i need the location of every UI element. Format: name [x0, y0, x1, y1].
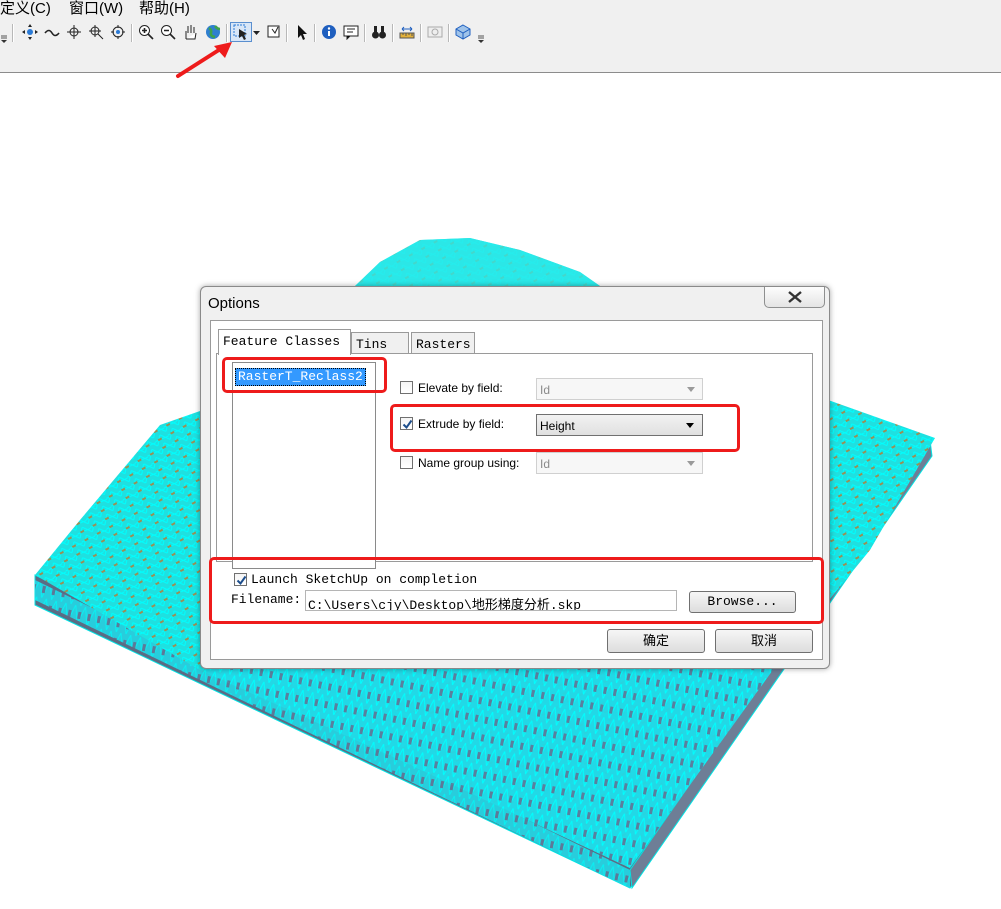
- 3d-effects-icon[interactable]: [453, 22, 473, 42]
- tab-tins[interactable]: Tins: [351, 332, 409, 354]
- toolbar-separator: [420, 24, 422, 42]
- full-extent-globe-icon[interactable]: [203, 22, 223, 42]
- menu-window[interactable]: 窗口(W): [69, 0, 123, 18]
- toolbar-separator: [286, 24, 288, 42]
- chevron-down-icon: [686, 423, 694, 428]
- zoom-in-icon[interactable]: [136, 22, 156, 42]
- zoom-out-icon[interactable]: [158, 22, 178, 42]
- name-group-checkbox[interactable]: [400, 456, 413, 469]
- extrude-label: Extrude by field:: [418, 417, 505, 431]
- toolbar-separator: [392, 24, 394, 42]
- export-sketchup-icon[interactable]: [230, 22, 252, 42]
- menu-help[interactable]: 帮助(H): [139, 0, 190, 18]
- set-observer-icon[interactable]: [108, 22, 128, 42]
- fly-icon[interactable]: [42, 22, 62, 42]
- options-dialog: Options Feature Classes Tins Rasters Ras…: [200, 286, 830, 669]
- ok-button[interactable]: 确定: [607, 629, 705, 653]
- toolbar-separator: [448, 24, 450, 42]
- pan-hand-icon[interactable]: [180, 22, 200, 42]
- close-icon: [787, 291, 802, 303]
- elevate-checkbox[interactable]: [400, 381, 413, 394]
- name-group-field-select[interactable]: Id: [536, 452, 703, 474]
- html-popup-icon[interactable]: [341, 22, 361, 42]
- filename-label: Filename:: [231, 592, 302, 607]
- list-item[interactable]: RasterT_Reclass2: [235, 368, 366, 386]
- toolbar-separator: [314, 24, 316, 42]
- extrude-checkbox[interactable]: [400, 417, 413, 430]
- 3d-view-toolbar: [0, 20, 1001, 46]
- name-group-label: Name group using:: [418, 456, 520, 470]
- find-binoculars-icon[interactable]: [369, 22, 389, 42]
- extrude-field-value: Height: [540, 419, 575, 433]
- checkmark-icon: [236, 575, 247, 586]
- elevate-field-select[interactable]: Id: [536, 378, 703, 400]
- select-arrow-icon[interactable]: [292, 22, 312, 42]
- toolbar-separator: [12, 24, 14, 42]
- identify-icon[interactable]: [319, 22, 339, 42]
- target-center-icon[interactable]: [64, 22, 84, 42]
- toolbar-overflow-icon[interactable]: [478, 34, 484, 44]
- time-slider-icon[interactable]: [425, 22, 445, 42]
- browse-button[interactable]: Browse...: [689, 591, 796, 613]
- chevron-down-icon: [687, 387, 695, 392]
- menu-customize[interactable]: 定义(C): [0, 0, 51, 18]
- toolbar-separator: [131, 24, 133, 42]
- toolbar-separator: [364, 24, 366, 42]
- launch-sketchup-label: Launch SketchUp on completion: [251, 572, 478, 587]
- elevate-label: Elevate by field:: [418, 381, 503, 395]
- name-group-field-value: Id: [540, 457, 551, 471]
- feature-class-list[interactable]: RasterT_Reclass2: [232, 362, 376, 569]
- zoom-to-target-icon[interactable]: [86, 22, 106, 42]
- measure-icon[interactable]: [397, 22, 417, 42]
- close-button[interactable]: [764, 287, 825, 308]
- chevron-down-icon: [687, 461, 695, 466]
- toolbar-overflow-icon[interactable]: [1, 34, 7, 44]
- chevron-down-icon[interactable]: [253, 31, 260, 36]
- annotation-arrow: [176, 42, 232, 78]
- tab-feature-classes[interactable]: Feature Classes: [218, 329, 351, 355]
- extrude-field-select[interactable]: Height: [536, 414, 703, 436]
- main-window-toolbar-area: 定义(C) 窗口(W) 帮助(H): [0, 0, 1001, 73]
- elevate-field-value: Id: [540, 383, 551, 397]
- cancel-button[interactable]: 取消: [715, 629, 813, 653]
- pan-navigate-icon[interactable]: [20, 22, 40, 42]
- dialog-title: Options: [208, 295, 260, 312]
- launch-sketchup-checkbox[interactable]: [234, 573, 247, 586]
- checkmark-icon: [402, 419, 413, 430]
- filename-input[interactable]: C:\Users\cjy\Desktop\地形梯度分析.skp: [305, 590, 677, 611]
- select-features-icon[interactable]: [264, 22, 284, 42]
- tab-rasters[interactable]: Rasters: [411, 332, 475, 354]
